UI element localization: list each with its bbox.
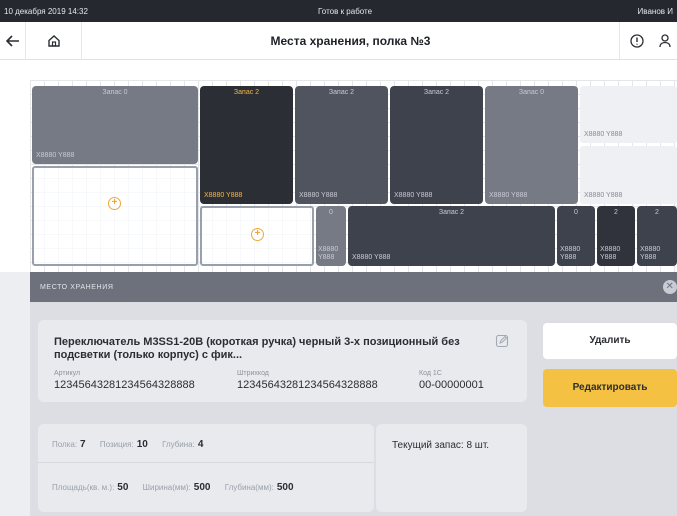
- storage-places-screen: 10 декабря 2019 14:32 Готов к работе Ива…: [0, 0, 677, 516]
- cell-code: X8880 Y888: [560, 246, 581, 261]
- empty-slot[interactable]: +: [32, 166, 198, 266]
- home-button[interactable]: [26, 22, 82, 60]
- storage-cell[interactable]: 0 X8880 Y888: [316, 206, 346, 266]
- storage-cell-selected[interactable]: Запас 2 X8880 Y888: [200, 86, 293, 204]
- edit-button[interactable]: Редактировать: [543, 369, 677, 407]
- cell-stock: 2: [655, 209, 659, 216]
- storage-cell[interactable]: 2 X8880 Y888: [597, 206, 635, 266]
- user-icon: [659, 34, 671, 48]
- width-label: Ширина(мм):: [142, 483, 191, 492]
- storage-cell[interactable]: X8880 Y888: [580, 146, 677, 204]
- location-row: Полка: 7 Позиция: 10 Глубина: 4: [52, 439, 215, 450]
- add-circle-icon[interactable]: +: [251, 228, 264, 241]
- cell-stock: Запас 2: [438, 209, 465, 216]
- barcode-label: Штрихкод: [237, 370, 269, 377]
- cell-stock: 2: [614, 209, 618, 216]
- add-circle-icon[interactable]: +: [108, 197, 121, 210]
- code1c-label: Код 1С: [419, 370, 442, 377]
- home-icon: [47, 35, 60, 47]
- storage-cell[interactable]: 2 X8880 Y888: [637, 206, 677, 266]
- cell-code: X8880 Y888: [489, 192, 528, 199]
- user-button[interactable]: [653, 22, 677, 60]
- panel-header: МЕСТО ХРАНЕНИЯ ✕: [30, 272, 677, 302]
- cell-code: X8880 Y888: [352, 254, 391, 261]
- cell-code: X8880 Y888: [36, 152, 75, 159]
- status-bar: 10 декабря 2019 14:32 Готов к работе Ива…: [0, 0, 677, 22]
- cell-code: X8880 Y888: [600, 246, 621, 261]
- position-value: 10: [136, 439, 148, 450]
- cell-code: X8880 Y888: [318, 246, 339, 261]
- cell-stock: 0: [574, 209, 578, 216]
- close-icon[interactable]: ✕: [663, 280, 677, 294]
- cell-code: X8880 Y888: [640, 246, 661, 261]
- product-card: Переключатель M3SS1-20B (короткая ручка)…: [38, 320, 527, 402]
- cell-code: X8880 Y888: [299, 192, 338, 199]
- article-label: Артикул: [54, 370, 81, 377]
- page-title: Места хранения, полка №3: [270, 34, 431, 48]
- location-details: Полка: 7 Позиция: 10 Глубина: 4 Площадь(кв.…: [38, 424, 374, 512]
- nav-bar: Места хранения, полка №3: [0, 22, 677, 60]
- cell-code: X8880 Y888: [584, 192, 623, 199]
- shelf-map: Запас 0 X8880 Y888 Запас 2 X8880 Y888 За…: [0, 60, 677, 328]
- cell-code: X8880 Y888: [204, 192, 243, 199]
- info-button[interactable]: [619, 22, 653, 60]
- storage-cell[interactable]: Запас 2 X8880 Y888: [295, 86, 388, 204]
- info-circle-icon: [629, 34, 644, 48]
- dimensions-row: Площадь(кв. м.): 50 Ширина(мм): 500 Глубин…: [52, 482, 306, 493]
- position-label: Позиция:: [99, 440, 134, 449]
- arrow-left-icon: [5, 35, 19, 47]
- storage-cell[interactable]: X8880 Y888: [580, 86, 677, 143]
- cell-code: X8880 Y888: [584, 131, 623, 138]
- cell-stock: Запас 0: [102, 89, 128, 96]
- shelf-label: Полка:: [52, 440, 78, 449]
- current-stock: Текущий запас: 8 шт.: [392, 440, 490, 451]
- storage-place-panel: МЕСТО ХРАНЕНИЯ ✕ Переключатель M3SS1-20B…: [30, 272, 677, 516]
- barcode-field: Штрихкод 12345643281234564328888: [237, 370, 378, 391]
- storage-cell[interactable]: Запас 0 X8880 Y888: [485, 86, 578, 204]
- shelf-value: 7: [80, 439, 86, 450]
- back-button[interactable]: [0, 22, 26, 60]
- edit-icon[interactable]: [495, 334, 509, 353]
- storage-cell[interactable]: Запас 2 X8880 Y888: [348, 206, 555, 266]
- depth-mm-label: Глубина(мм):: [224, 483, 274, 492]
- product-name: Переключатель M3SS1-20B (короткая ручка)…: [54, 336, 460, 361]
- code1c-field: Код 1С 00-00000001: [419, 370, 484, 391]
- cell-stock: Запас 0: [518, 89, 545, 96]
- depth-label: Глубина:: [162, 440, 195, 449]
- barcode-value: 12345643281234564328888: [237, 379, 378, 391]
- status-datetime: 10 декабря 2019 14:32: [4, 7, 88, 16]
- width-value: 500: [193, 482, 211, 493]
- storage-cell[interactable]: Запас 0 X8880 Y888: [32, 86, 198, 164]
- area-value: 50: [117, 482, 129, 493]
- cell-stock: Запас 2: [423, 89, 450, 96]
- cell-stock: 0: [329, 209, 333, 216]
- storage-cell[interactable]: Запас 2 X8880 Y888: [390, 86, 483, 204]
- cell-code: X8880 Y888: [394, 192, 433, 199]
- status-user: Иванов И: [637, 7, 673, 16]
- storage-cell[interactable]: 0 X8880 Y888: [557, 206, 595, 266]
- stock-card: Текущий запас: 8 шт.: [376, 424, 527, 512]
- code1c-value: 00-00000001: [419, 379, 484, 391]
- status-text: Готов к работе: [318, 7, 373, 16]
- depth-value: 4: [197, 439, 204, 450]
- cell-stock: Запас 2: [233, 89, 260, 96]
- delete-button[interactable]: Удалить: [543, 323, 677, 359]
- article-value: 12345643281234564328888: [54, 379, 195, 391]
- article-field: Артикул 12345643281234564328888: [54, 370, 195, 391]
- divider: [38, 462, 374, 463]
- cell-stock: Запас 2: [328, 89, 355, 96]
- depth-mm-value: 500: [276, 482, 294, 493]
- panel-title: МЕСТО ХРАНЕНИЯ: [40, 284, 114, 291]
- empty-slot[interactable]: +: [200, 206, 314, 266]
- area-label: Площадь(кв. м.):: [52, 483, 115, 492]
